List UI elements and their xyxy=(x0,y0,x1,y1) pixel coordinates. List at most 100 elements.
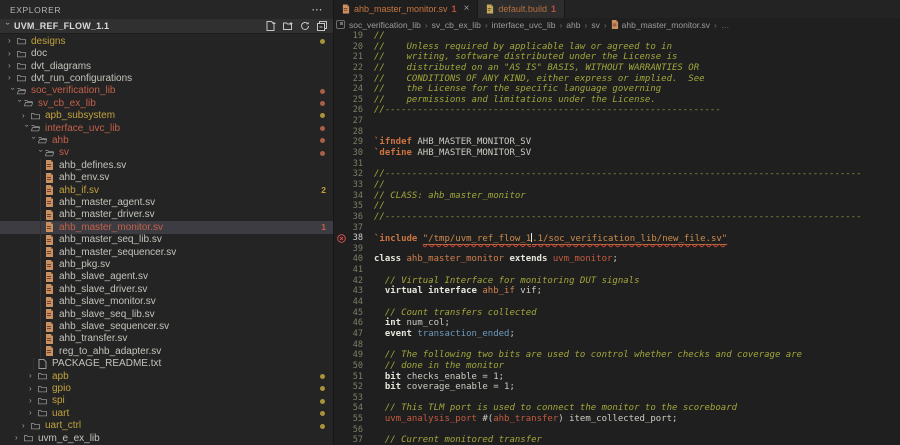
code-line-50[interactable]: 50 // done in the monitor xyxy=(334,361,900,372)
tree-folder-sv_cb_ex_lib[interactable]: ›sv_cb_ex_lib xyxy=(0,97,333,109)
tree-folder-ahb[interactable]: ›ahb xyxy=(0,134,333,146)
code-line-28[interactable]: 28 xyxy=(334,127,900,138)
code-line-57[interactable]: 57 // Current monitored transfer xyxy=(334,435,900,445)
code-line-36[interactable]: 36//------------------------------------… xyxy=(334,212,900,223)
code-line-33[interactable]: 33// xyxy=(334,180,900,191)
tree-item-label: interface_uvc_lib xyxy=(45,123,120,134)
breadcrumb-item[interactable]: interface_uvc_lib xyxy=(492,20,556,30)
code-line-55[interactable]: 55 uvm_analysis_port #(ahb_transfer) ite… xyxy=(334,414,900,425)
new-file-icon[interactable] xyxy=(266,21,276,31)
code-line-35[interactable]: 35// xyxy=(334,201,900,212)
tree-folder-spi[interactable]: ›spi xyxy=(0,395,333,407)
tree-file-ahb_slave_driver.sv[interactable]: ahb_slave_driver.sv xyxy=(0,283,333,295)
code-line-27[interactable]: 27 xyxy=(334,116,900,127)
tree-file-ahb_master_seq_lib.sv[interactable]: ahb_master_seq_lib.sv xyxy=(0,234,333,246)
tree-file-ahb_master_driver.sv[interactable]: ahb_master_driver.sv xyxy=(0,209,333,221)
code-line-32[interactable]: 32//------------------------------------… xyxy=(334,169,900,180)
code-line-26[interactable]: 26//------------------------------------… xyxy=(334,105,900,116)
code-line-21[interactable]: 21// writing, software distributed under… xyxy=(334,52,900,63)
tree-file-ahb_env.sv[interactable]: ahb_env.sv xyxy=(0,171,333,183)
breadcrumb-item[interactable]: sv_cb_ex_lib xyxy=(432,20,481,30)
code-line-29[interactable]: 29`ifndef AHB_MASTER_MONITOR_SV xyxy=(334,137,900,148)
code-line-52[interactable]: 52 bit coverage_enable = 1; xyxy=(334,382,900,393)
code-line-40[interactable]: 40class ahb_master_monitor extends uvm_m… xyxy=(334,254,900,265)
code-text: // distributed on an "AS IS" BASIS, WITH… xyxy=(374,63,699,74)
code-line-22[interactable]: 22// distributed on an "AS IS" BASIS, WI… xyxy=(334,63,900,74)
tree-folder-apb[interactable]: ›apb xyxy=(0,370,333,382)
breadcrumb-item[interactable]: sv xyxy=(591,20,600,30)
tree-file-ahb_defines.sv[interactable]: ahb_defines.sv xyxy=(0,159,333,171)
tree-folder-doc[interactable]: ›doc xyxy=(0,47,333,59)
code-line-39[interactable]: 39 xyxy=(334,244,900,255)
code-line-49[interactable]: 49 // The following two bits are used to… xyxy=(334,350,900,361)
explorer-more-icon[interactable]: ⋯ xyxy=(311,3,323,16)
line-number: 55 xyxy=(334,414,374,425)
tree-folder-dvt_diagrams[interactable]: ›dvt_diagrams xyxy=(0,60,333,72)
editor-lens-icon[interactable] xyxy=(336,20,345,29)
tree-folder-interface_uvc_lib[interactable]: › interface_uvc_lib xyxy=(0,122,333,134)
line-number: 53 xyxy=(334,393,374,404)
close-icon[interactable]: × xyxy=(464,4,470,14)
tree-file-ahb_slave_sequencer.sv[interactable]: ahb_slave_sequencer.sv xyxy=(0,320,333,332)
tree-folder-uart_ctrl[interactable]: ›uart_ctrl xyxy=(0,420,333,432)
code-line-54[interactable]: 54 // This TLM port is used to connect t… xyxy=(334,403,900,414)
tab-default.build[interactable]: default.build1 xyxy=(478,0,565,18)
code-line-47[interactable]: 47 event transaction_ended; xyxy=(334,329,900,340)
code-line-41[interactable]: 41 xyxy=(334,265,900,276)
breadcrumb-file[interactable]: ahb_master_monitor.sv xyxy=(611,20,710,30)
code-line-34[interactable]: 34// CLASS: ahb_master_monitor xyxy=(334,191,900,202)
folder-icon xyxy=(45,148,56,158)
line-number: 41 xyxy=(334,265,374,276)
code-line-19[interactable]: 19// xyxy=(334,31,900,42)
workspace-header[interactable]: › UVM_REF_FLOW_1.1 xyxy=(0,19,333,34)
chevron-down-icon: › xyxy=(22,124,30,133)
tree-file-PACKAGE_README.txt[interactable]: PACKAGE_README.txt xyxy=(0,358,333,370)
breadcrumb-item[interactable]: ahb xyxy=(566,20,580,30)
tree-folder-dvt_run_configurations[interactable]: ›dvt_run_configurations xyxy=(0,72,333,84)
tree-folder-uart[interactable]: ›uart xyxy=(0,407,333,419)
code-line-51[interactable]: 51 bit checks_enable = 1; xyxy=(334,372,900,383)
breadcrumb-item[interactable]: soc_verification_lib xyxy=(349,20,421,30)
code-line-43[interactable]: 43 virtual interface ahb_if vif; xyxy=(334,286,900,297)
folder-icon xyxy=(17,36,28,46)
tab-ahb_master_monitor.sv[interactable]: ahb_master_monitor.sv1× xyxy=(334,0,478,18)
tree-file-ahb_master_monitor.sv[interactable]: ahb_master_monitor.sv1 xyxy=(0,221,333,233)
code-line-53[interactable]: 53 xyxy=(334,393,900,404)
tree-folder-uvm_e_ex_lib[interactable]: ›uvm_e_ex_lib xyxy=(0,432,333,444)
code-line-48[interactable]: 48 xyxy=(334,340,900,351)
tree-folder-gpio[interactable]: ›gpio xyxy=(0,382,333,394)
code-line-24[interactable]: 24// the License for the specific langua… xyxy=(334,84,900,95)
tree-file-ahb_master_sequencer.sv[interactable]: ahb_master_sequencer.sv xyxy=(0,246,333,258)
tree-file-ahb_if.sv[interactable]: ahb_if.sv2 xyxy=(0,184,333,196)
code-line-25[interactable]: 25// permissions and limitations under t… xyxy=(334,95,900,106)
collapse-all-icon[interactable] xyxy=(317,21,327,31)
tree-file-reg_to_ahb_adapter.sv[interactable]: reg_to_ahb_adapter.sv xyxy=(0,345,333,357)
code-line-31[interactable]: 31 xyxy=(334,159,900,170)
tree-file-ahb_slave_monitor.sv[interactable]: ahb_slave_monitor.sv xyxy=(0,296,333,308)
code-line-38[interactable]: 38`include "/tmp/uvm_ref_flow_1.1/soc_ve… xyxy=(334,233,900,244)
tree-file-ahb_transfer.sv[interactable]: ahb_transfer.sv xyxy=(0,333,333,345)
tree-file-ahb_slave_seq_lib.sv[interactable]: ahb_slave_seq_lib.sv xyxy=(0,308,333,320)
code-line-42[interactable]: 42 // Virtual Interface for monitoring D… xyxy=(334,276,900,287)
code-line-46[interactable]: 46 int num_col; xyxy=(334,318,900,329)
tree-folder-designs[interactable]: ›designs xyxy=(0,35,333,47)
tree-folder-apb_subsystem[interactable]: ›apb_subsystem xyxy=(0,109,333,121)
tree-folder-soc_verification_lib[interactable]: ›soc_verification_lib xyxy=(0,85,333,97)
tree-folder-sv[interactable]: ›sv xyxy=(0,147,333,159)
code-line-56[interactable]: 56 xyxy=(334,425,900,436)
code-line-23[interactable]: 23// CONDITIONS OF ANY KIND, either expr… xyxy=(334,74,900,85)
code-line-37[interactable]: 37 xyxy=(334,223,900,234)
tree-item-label: ahb_pkg.sv xyxy=(59,259,110,270)
new-folder-icon[interactable] xyxy=(283,21,293,31)
tree-file-ahb_slave_agent.sv[interactable]: ahb_slave_agent.sv xyxy=(0,271,333,283)
code-line-20[interactable]: 20// Unless required by applicable law o… xyxy=(334,42,900,53)
folder-icon xyxy=(17,73,28,83)
line-number: 30 xyxy=(334,148,374,159)
tree-file-ahb_master_agent.sv[interactable]: ahb_master_agent.sv xyxy=(0,196,333,208)
tree-file-ahb_pkg.sv[interactable]: ahb_pkg.sv xyxy=(0,258,333,270)
code-line-44[interactable]: 44 xyxy=(334,297,900,308)
refresh-icon[interactable] xyxy=(300,21,310,31)
code-editor[interactable]: 19//20// Unless required by applicable l… xyxy=(334,31,900,445)
code-line-45[interactable]: 45 // Count transfers collected xyxy=(334,308,900,319)
code-line-30[interactable]: 30`define AHB_MASTER_MONITOR_SV xyxy=(334,148,900,159)
